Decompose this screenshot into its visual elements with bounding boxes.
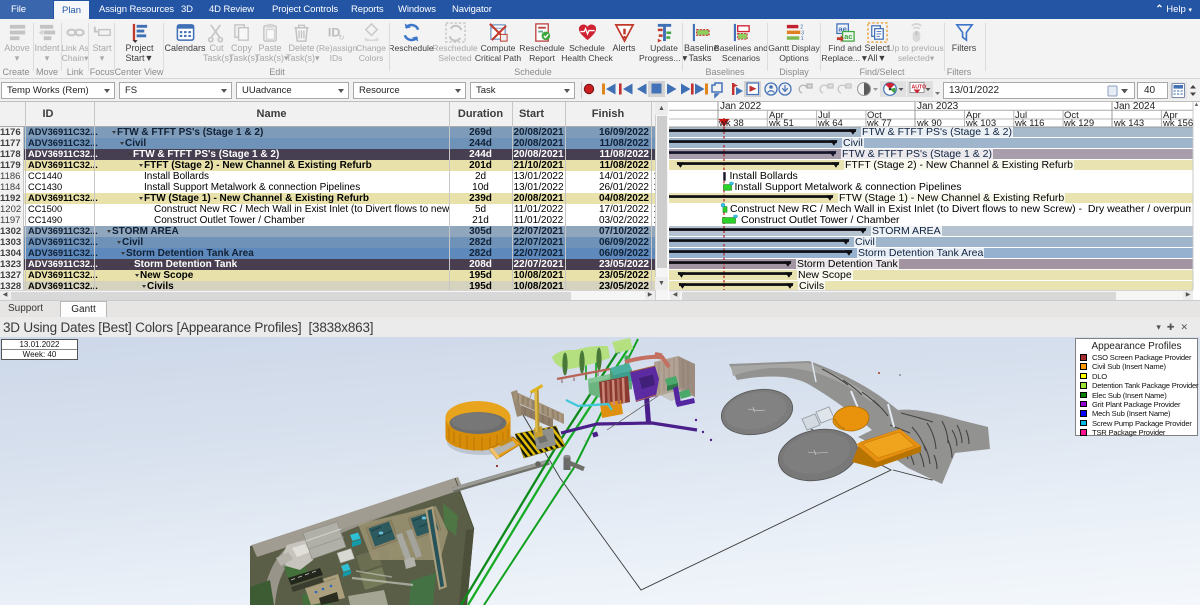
svg-text:ac: ac [844,32,853,41]
svg-text:1: 1 [800,36,803,42]
svg-text:↻: ↻ [338,33,344,42]
